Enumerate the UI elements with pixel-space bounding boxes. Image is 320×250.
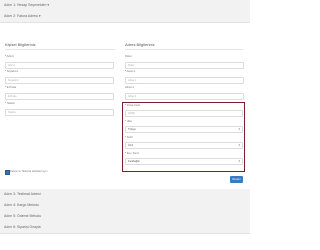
- company-label: Şirket: [125, 55, 132, 58]
- last-name-input[interactable]: Soyadınız: [5, 77, 114, 84]
- phone-label: * Telefon: [5, 102, 16, 105]
- address-1-input[interactable]: Adres 1: [125, 77, 244, 84]
- first-name-input[interactable]: Adınız: [5, 62, 114, 69]
- email-label: * E-Posta: [5, 86, 16, 89]
- phone-input[interactable]: Telefon: [5, 109, 114, 116]
- email-input[interactable]: E-Posta: [5, 93, 114, 100]
- personal-info-divider: [5, 49, 115, 50]
- address-info-divider: [125, 49, 243, 50]
- chevron-down-icon: ▾: [238, 143, 240, 147]
- address-1-label: * Adres 1: [125, 70, 136, 73]
- chevron-down-icon: ▾: [238, 159, 240, 163]
- address-2-input[interactable]: Adres 2: [125, 93, 244, 100]
- company-input[interactable]: Şirket: [125, 62, 244, 69]
- continue-button[interactable]: Devam: [230, 176, 243, 183]
- postcode-label: * Posta Kodu: [125, 104, 141, 107]
- first-name-label: * Adınız: [5, 55, 14, 58]
- address-2-label: Adres 2: [125, 86, 134, 89]
- personal-info-title: Kişisel Bilgileriniz: [5, 42, 36, 47]
- same-address-label: Fatura ve Teslimat adresleri aynı: [10, 169, 48, 173]
- step-6-header[interactable]: Adım 6: Siparişi Onayla: [0, 222, 250, 234]
- country-label: * Ülke: [125, 120, 132, 123]
- postcode-input[interactable]: 10000: [125, 110, 243, 117]
- last-name-label: * Soyadınız: [5, 70, 19, 73]
- chevron-down-icon: ▾: [238, 127, 240, 131]
- city-label: * Şehir: [125, 136, 133, 139]
- country-select[interactable]: Türkiye ▾: [125, 126, 243, 133]
- district-label: * İlçe / Semt: [125, 152, 139, 155]
- district-select[interactable]: Karabağlar ▾: [125, 158, 243, 165]
- address-info-title: Adres Bilgileriniz: [125, 42, 155, 47]
- step-2-header[interactable]: Adım 2: Fatura Adresi ▾: [0, 11, 250, 23]
- city-select[interactable]: İzmir ▾: [125, 142, 243, 149]
